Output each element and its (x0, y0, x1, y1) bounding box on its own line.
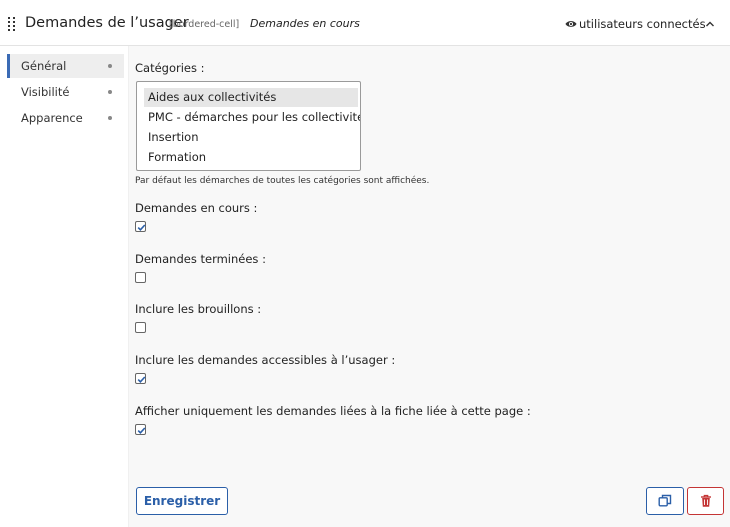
categories-select[interactable]: Aides aux collectivités PMC - démarches … (136, 81, 361, 171)
category-option[interactable]: Insertion (144, 128, 358, 147)
bullet-icon (108, 90, 112, 94)
settings-panel: Catégories : Aides aux collectivités PMC… (129, 46, 730, 527)
category-option[interactable]: Aides aux collectivités (144, 88, 358, 107)
cell-title: Demandes de l’usager (25, 15, 189, 31)
categories-label: Catégories : (135, 61, 205, 75)
cell-tag: [bordered-cell] (169, 19, 240, 30)
finished-checkbox[interactable] (135, 272, 146, 283)
category-option[interactable]: Formation (144, 148, 358, 167)
drag-handle-icon[interactable] (8, 17, 16, 31)
category-option[interactable]: PMC - démarches pour les collectivités (144, 108, 360, 127)
ongoing-label: Demandes en cours : (135, 201, 258, 215)
tab-appearance[interactable]: Apparence (7, 106, 124, 130)
checkmark-icon (137, 427, 146, 434)
trash-icon (700, 494, 711, 507)
tab-general[interactable]: Général (7, 54, 124, 78)
accessible-label: Inclure les demandes accessibles à l’usa… (135, 353, 396, 367)
save-button[interactable]: Enregistrer (136, 487, 228, 515)
checkmark-icon (137, 224, 146, 231)
ongoing-checkbox[interactable] (135, 221, 146, 232)
bullet-icon (108, 116, 112, 120)
duplicate-icon (658, 494, 672, 507)
accessible-checkbox[interactable] (135, 373, 146, 384)
cell-header: Demandes de l’usager [bordered-cell] Dem… (0, 0, 730, 46)
duplicate-button[interactable] (646, 487, 684, 515)
tab-visibility-label: Visibilité (21, 85, 70, 99)
finished-label: Demandes terminées : (135, 252, 266, 266)
collapse-toggle[interactable] (702, 16, 718, 32)
tab-appearance-label: Apparence (21, 111, 83, 125)
tab-general-label: Général (21, 59, 67, 73)
bullet-icon (108, 64, 112, 68)
settings-tabs: Général Visibilité Apparence (0, 46, 129, 527)
delete-button[interactable] (687, 487, 724, 515)
chevron-up-icon (706, 21, 714, 27)
eye-icon (565, 21, 577, 27)
visibility-indicator: utilisateurs connectés (565, 17, 706, 31)
drafts-checkbox[interactable] (135, 322, 146, 333)
checkmark-icon (137, 376, 146, 383)
cell-subtitle: Demandes en cours (250, 17, 360, 30)
linked-only-checkbox[interactable] (135, 424, 146, 435)
categories-hint: Par défaut les démarches de toutes les c… (135, 176, 430, 186)
tab-visibility[interactable]: Visibilité (7, 80, 124, 104)
drafts-label: Inclure les brouillons : (135, 302, 262, 316)
linked-only-label: Afficher uniquement les demandes liées à… (135, 404, 531, 418)
visibility-label: utilisateurs connectés (579, 17, 706, 31)
